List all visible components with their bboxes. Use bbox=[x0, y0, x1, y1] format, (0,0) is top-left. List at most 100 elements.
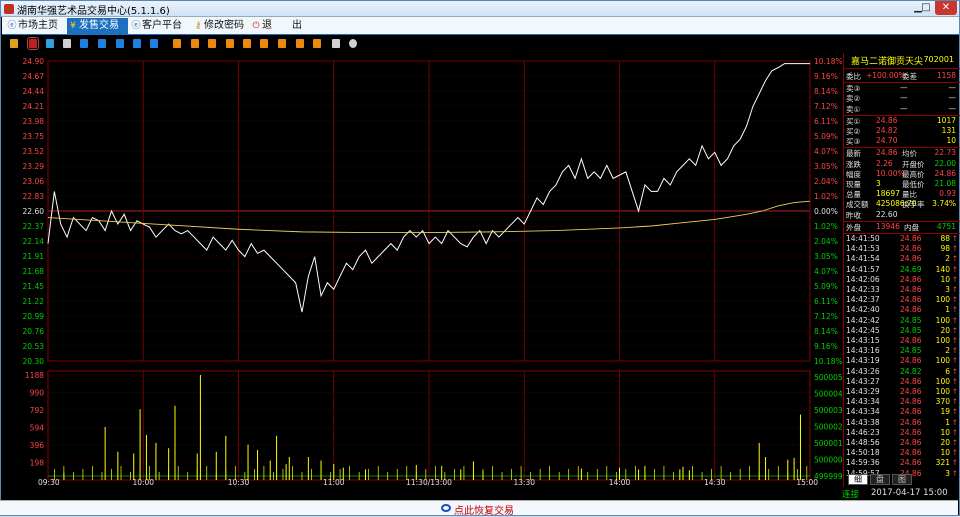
volume-right-tick-label: 500002 bbox=[814, 423, 843, 432]
tick-price: 24.86 bbox=[900, 417, 922, 427]
zoom-icon[interactable] bbox=[116, 39, 124, 48]
up-arrow-icon: ↑ bbox=[951, 417, 958, 427]
up-arrow-icon: ↑ bbox=[951, 336, 958, 345]
pct-tick-label: 4.07% bbox=[814, 267, 838, 276]
keyboard-icon[interactable] bbox=[63, 39, 71, 48]
tab-client-platform[interactable]: ⓔ 客户平台 bbox=[130, 18, 192, 34]
up-arrow-icon: ↑ bbox=[951, 427, 958, 437]
volume-right-tick-label: 499999 bbox=[814, 472, 843, 481]
pct-tick-label: 9.16% bbox=[814, 342, 838, 351]
stat-value: 0.93 bbox=[939, 189, 956, 199]
tool-icon[interactable] bbox=[313, 39, 321, 48]
tick-row: 14:41:54 24.86 2 ↑ bbox=[844, 254, 960, 264]
line-chart-icon[interactable] bbox=[27, 37, 39, 50]
quote-panel: 嘉马二诺御贡天尖 702001 委比 +100.00% 委差 1158 卖③ — — 卖② — —… bbox=[843, 53, 960, 501]
tick-time: 14:43:34 bbox=[846, 397, 880, 407]
gear-icon[interactable] bbox=[349, 39, 357, 48]
tick-price: 24.86 bbox=[900, 274, 922, 284]
stat-value: 22.73 bbox=[934, 148, 956, 158]
tool-icon[interactable] bbox=[278, 39, 286, 48]
tick-volume: 1 bbox=[945, 417, 950, 427]
tick-time: 14:42:40 bbox=[846, 305, 880, 315]
tool-icon[interactable] bbox=[260, 39, 268, 48]
price-tick-label: 23.29 bbox=[23, 162, 45, 171]
up-arrow-icon: ↑ bbox=[951, 397, 958, 407]
tick-time: 14:41:50 bbox=[846, 234, 880, 243]
stat-value: 18697 bbox=[876, 189, 900, 199]
sell-price: — bbox=[900, 93, 908, 103]
buy-price: 24.86 bbox=[876, 115, 898, 125]
stat-value: 10.00% bbox=[876, 168, 905, 178]
tool-icon[interactable] bbox=[296, 39, 304, 48]
tick-row: 14:42:45 24.85 20 ↑ bbox=[844, 326, 960, 336]
tab-label: 发售交易 bbox=[79, 20, 119, 31]
up-arrow-icon: ↑ bbox=[951, 274, 958, 284]
restore-trading-link[interactable]: 点此恢复交易 bbox=[441, 502, 514, 517]
tick-price: 24.86 bbox=[900, 285, 922, 294]
panel-tab[interactable]: 图 bbox=[892, 474, 912, 485]
tool-icon[interactable] bbox=[243, 39, 251, 48]
tick-row: 14:41:53 24.86 98 ↑ bbox=[844, 244, 960, 254]
time-tick-label: 09:30 bbox=[38, 478, 60, 487]
tab-change-password[interactable]: ⚷ 修改密码 bbox=[192, 18, 248, 34]
move-icon[interactable] bbox=[133, 39, 141, 48]
up-arrow-icon: ↑ bbox=[951, 387, 958, 396]
window-title: 湖南华强艺术品交易中心(5.1.1.6) bbox=[17, 6, 170, 17]
price-tick-label: 21.45 bbox=[23, 282, 45, 291]
bar-chart-icon[interactable] bbox=[10, 39, 18, 48]
inner-value: 4751 bbox=[936, 221, 956, 231]
pct-tick-label: 7.12% bbox=[814, 312, 838, 321]
e-icon: ⓔ bbox=[131, 21, 141, 31]
price-tick-label: 24.67 bbox=[23, 72, 45, 81]
close-button[interactable]: ✕ bbox=[935, 1, 957, 15]
tool-icon[interactable] bbox=[191, 39, 199, 48]
product-name: 嘉马二诺御贡天尖 bbox=[851, 57, 924, 67]
outer-inner-row: 外盘 13946 内盘 4751 bbox=[844, 222, 960, 232]
buy-price: 24.70 bbox=[876, 136, 898, 146]
volume-right-tick-label: 500004 bbox=[814, 390, 843, 399]
tool-icon[interactable] bbox=[173, 39, 181, 48]
maximize-button[interactable]: □ bbox=[919, 1, 933, 15]
up-arrow-icon: ↑ bbox=[951, 325, 958, 335]
grid-icon[interactable] bbox=[80, 39, 88, 48]
panel-tab[interactable]: 盘 bbox=[870, 474, 890, 485]
tick-volume: 3 bbox=[945, 285, 950, 294]
restore-trading-bar: 点此恢复交易 bbox=[0, 500, 958, 517]
tick-time: 14:59:36 bbox=[846, 458, 880, 468]
panel-tab[interactable]: 细 bbox=[848, 474, 868, 485]
buy-label: 买③ bbox=[846, 137, 861, 147]
pct-tick-label: 1.02% bbox=[814, 222, 838, 231]
up-arrow-icon: ↑ bbox=[951, 346, 958, 356]
tick-row: 14:43:27 24.86 100 ↑ bbox=[844, 377, 960, 387]
app-icon bbox=[4, 4, 14, 14]
time-tick-label: 10:30 bbox=[228, 478, 250, 487]
buy-volume: 131 bbox=[941, 126, 956, 135]
sell-volume: — bbox=[948, 93, 957, 103]
candlestick-icon[interactable] bbox=[46, 39, 54, 48]
tool-icon[interactable] bbox=[226, 39, 234, 48]
tick-volume: 100 bbox=[935, 295, 950, 305]
tick-volume: 20 bbox=[940, 438, 950, 447]
weibi-row: 委比 +100.00% 委差 1158 bbox=[844, 71, 960, 81]
table-icon[interactable] bbox=[98, 39, 106, 48]
close-icon[interactable] bbox=[150, 39, 158, 48]
intraday-chart: 24.90 10.18% 24.67 9.16% 24.44 8.14% 24.21 7.12… bbox=[23, 57, 843, 487]
edit-icon[interactable] bbox=[332, 39, 340, 48]
price-tick-label: 20.30 bbox=[23, 357, 45, 366]
tab-exit[interactable]: ⏻ 退 出 bbox=[250, 18, 306, 34]
price-tick-label: 23.06 bbox=[23, 177, 45, 186]
tick-price: 24.86 bbox=[900, 254, 922, 264]
tick-time: 14:43:26 bbox=[846, 366, 880, 376]
tick-price: 24.86 bbox=[900, 244, 922, 254]
menu-bar: ⓔ 市场主页 ¥ 发售交易 ⓔ 客户平台 ⚷ 修改密码 ⏻ 退 出 bbox=[2, 17, 959, 35]
stat-row: 现量 3 最低价 21.08 bbox=[844, 179, 960, 189]
tick-time: 14:42:37 bbox=[846, 295, 880, 305]
pct-tick-label: 10.18% bbox=[814, 357, 843, 366]
tick-time: 14:43:16 bbox=[846, 346, 880, 356]
tab-trading[interactable]: ¥ 发售交易 bbox=[67, 18, 128, 34]
tab-market-home[interactable]: ⓔ 市场主页 bbox=[6, 18, 66, 34]
up-arrow-icon: ↑ bbox=[951, 407, 958, 417]
weibi-value: +100.00% bbox=[866, 71, 906, 80]
up-arrow-icon: ↑ bbox=[951, 244, 958, 254]
tool-icon[interactable] bbox=[208, 39, 216, 48]
